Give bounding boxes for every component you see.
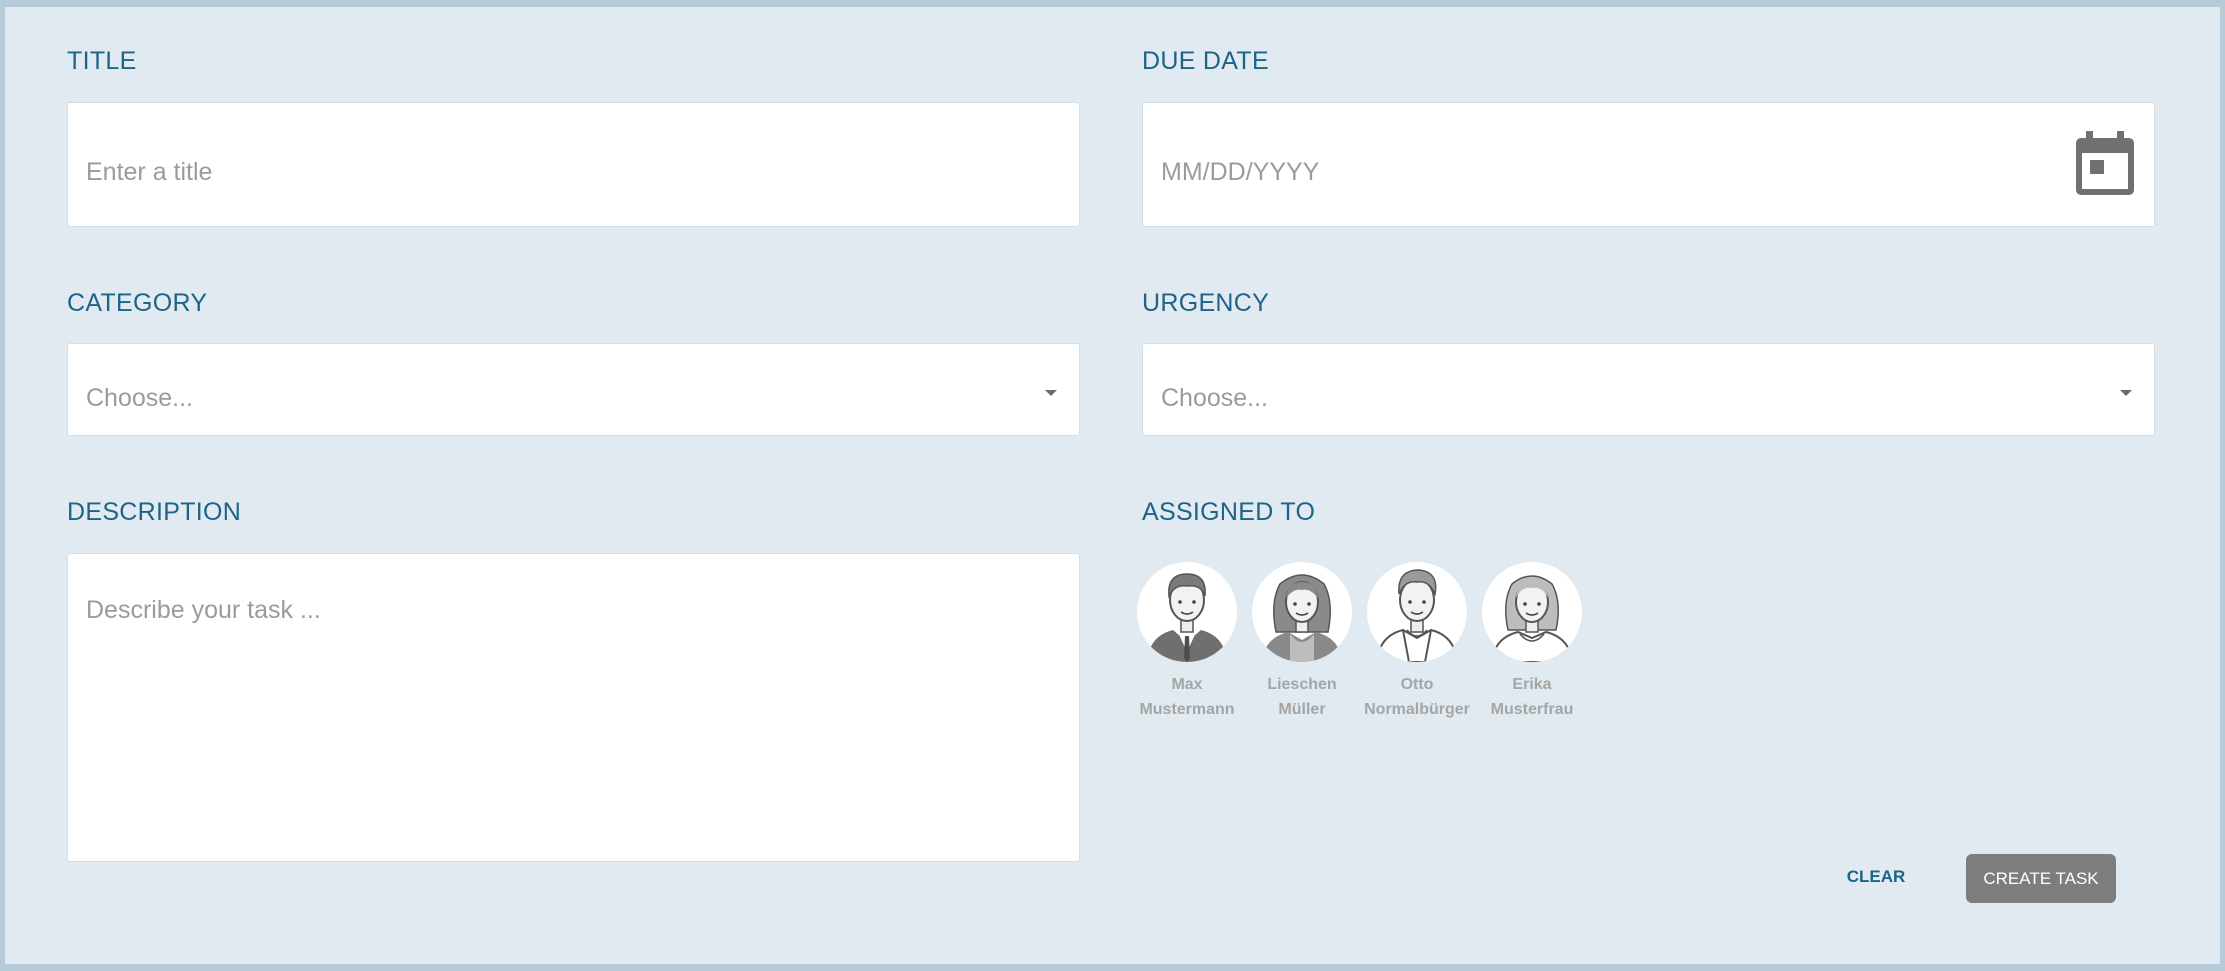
urgency-label: URGENCY xyxy=(1142,289,1270,317)
title-label: TITLE xyxy=(67,47,137,75)
category-label: CATEGORY xyxy=(67,289,208,317)
assignee-otto-normalbuerger[interactable]: Otto Normalbürger xyxy=(1364,562,1470,722)
calendar-icon[interactable] xyxy=(2076,131,2134,195)
category-select[interactable]: Choose... xyxy=(67,343,1080,436)
male-casual-avatar-icon xyxy=(1367,562,1467,662)
assignee-name: Max Mustermann xyxy=(1139,676,1235,718)
due-date-placeholder: MM/DD/YYYY xyxy=(1161,158,1320,186)
assignee-max-mustermann[interactable]: Max Mustermann xyxy=(1137,562,1237,722)
female-long-hair-avatar-icon xyxy=(1252,562,1352,662)
due-date-label: DUE DATE xyxy=(1142,47,1269,75)
assigned-to-label: ASSIGNED TO xyxy=(1142,498,1316,526)
assignee-name: Erika Musterfrau xyxy=(1490,676,1574,718)
assignee-name: Otto Normalbürger xyxy=(1364,676,1470,718)
assignee-lieschen-mueller[interactable]: Lieschen Müller xyxy=(1252,562,1352,722)
description-label: DESCRIPTION xyxy=(67,498,242,526)
urgency-placeholder: Choose... xyxy=(1161,384,1269,412)
chevron-down-icon xyxy=(2120,390,2132,396)
title-placeholder: Enter a title xyxy=(86,158,213,186)
assignee-list: Max Mustermann Lieschen Müller Otto Norm… xyxy=(1137,562,1582,722)
due-date-input[interactable]: MM/DD/YYYY xyxy=(1142,102,2155,227)
description-placeholder: Describe your task ... xyxy=(86,596,321,624)
assignee-erika-musterfrau[interactable]: Erika Musterfrau xyxy=(1482,562,1582,722)
female-avatar-icon xyxy=(1482,562,1582,662)
title-input[interactable]: Enter a title xyxy=(67,102,1080,227)
chevron-down-icon xyxy=(1045,390,1057,396)
urgency-select[interactable]: Choose... xyxy=(1142,343,2155,436)
male-suit-avatar-icon xyxy=(1137,562,1237,662)
create-task-button[interactable]: CREATE TASK xyxy=(1966,854,2116,903)
description-textarea[interactable]: Describe your task ... xyxy=(67,553,1080,862)
clear-button[interactable]: CLEAR xyxy=(1836,853,1916,901)
category-placeholder: Choose... xyxy=(86,384,194,412)
assignee-name: Lieschen Müller xyxy=(1267,676,1337,718)
